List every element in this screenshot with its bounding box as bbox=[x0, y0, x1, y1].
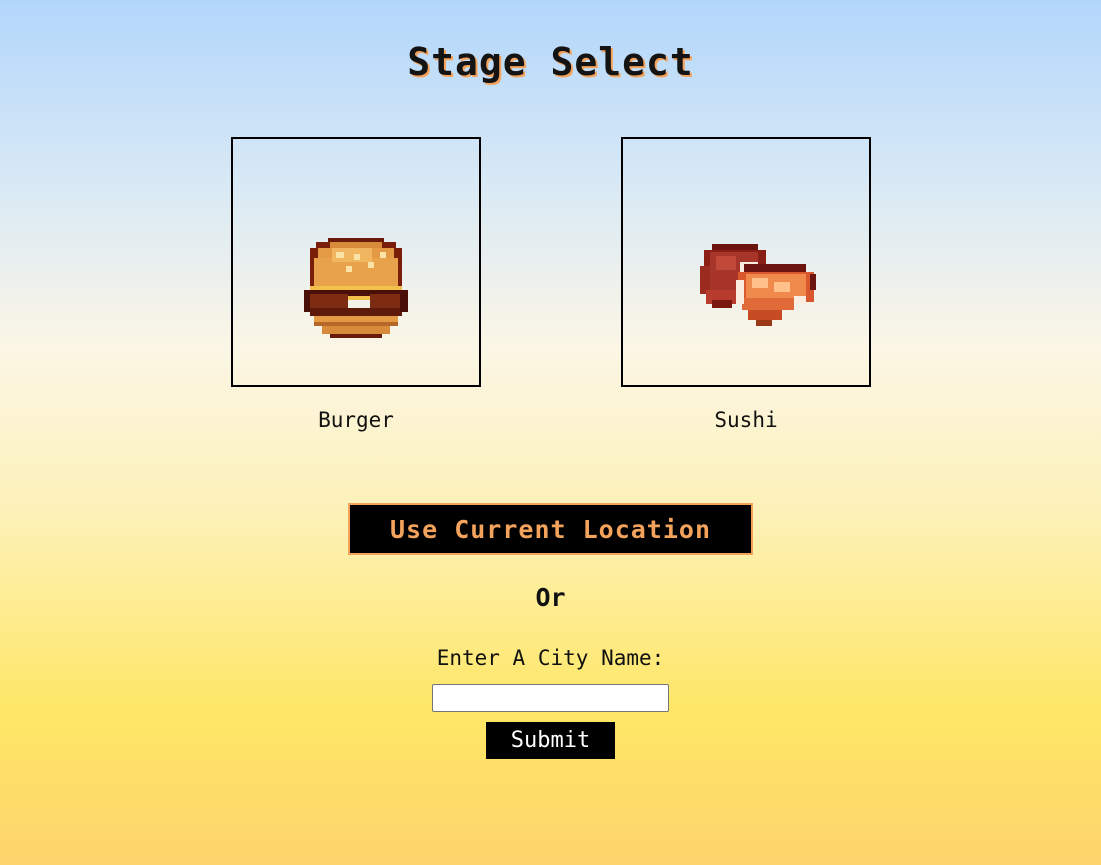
submit-button[interactable]: Submit bbox=[486, 722, 615, 759]
city-name-label: Enter A City Name: bbox=[436, 646, 665, 670]
stage-card-burger[interactable] bbox=[231, 137, 481, 387]
city-name-input[interactable] bbox=[432, 684, 669, 712]
use-current-location-button[interactable]: Use Current Location bbox=[348, 503, 753, 555]
stage-label-burger: Burger bbox=[318, 408, 394, 432]
stage-label-sushi: Sushi bbox=[714, 408, 778, 432]
page-title: Stage Select bbox=[407, 40, 694, 84]
sushi-icon bbox=[700, 244, 816, 326]
burger-icon bbox=[304, 238, 408, 338]
or-separator: Or bbox=[535, 583, 566, 612]
stage-card-sushi[interactable] bbox=[621, 137, 871, 387]
